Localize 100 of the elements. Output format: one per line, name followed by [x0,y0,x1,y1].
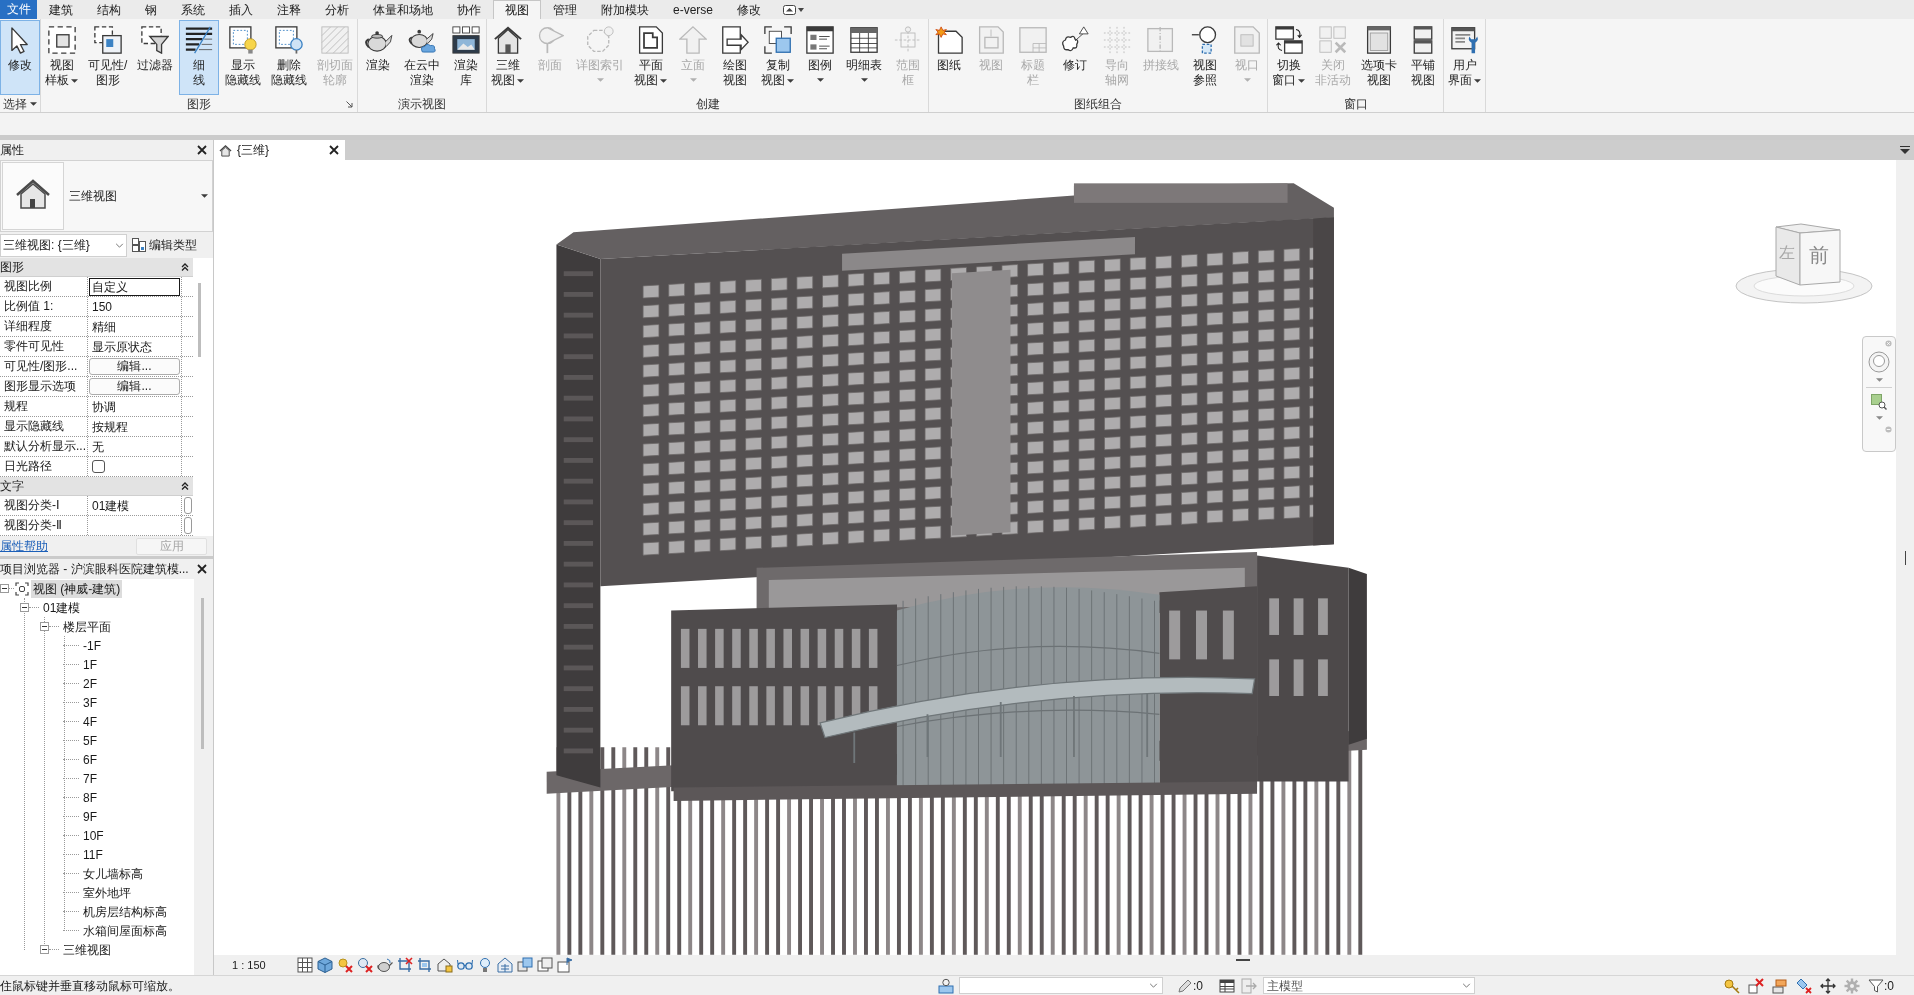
expand-toggle-icon[interactable] [40,945,49,954]
ribbon-button[interactable]: 过滤器 [133,20,178,95]
help-link[interactable]: 属性帮助 [0,537,48,555]
view-tab[interactable]: {三维} [214,140,345,160]
close-icon[interactable] [197,564,207,574]
property-value[interactable]: 精细 [89,317,180,336]
ribbon-tab[interactable]: 修改 [725,0,773,19]
crop-cross-icon[interactable] [397,957,413,973]
tree-item[interactable]: 11F [81,845,105,864]
property-value[interactable]: 自定义 [89,277,180,296]
tree-item[interactable]: -1F [81,636,103,655]
ribbon-button[interactable]: 修改 [0,20,40,95]
ribbon-tab[interactable]: 插入 [217,0,265,19]
tree-item[interactable]: 8F [81,788,99,807]
tree-item[interactable]: 机房层结构标高 [81,902,169,921]
scale-label[interactable]: 1 : 150 [232,956,297,974]
launcher-arrow-icon[interactable] [346,101,354,108]
ribbon-button[interactable]: 图例 [800,20,841,95]
tree-item[interactable]: 4F [81,712,99,731]
ribbon-button[interactable]: 用户 界面 [1444,20,1486,95]
tree-item[interactable]: 3F [81,693,99,712]
grid-square-icon[interactable] [297,957,313,973]
ribbon-button[interactable]: 平铺 视图 [1403,20,1444,95]
ribbon-tab[interactable]: 视图 [493,0,541,19]
stacked-rectangles-icon[interactable] [1772,977,1788,994]
property-value[interactable]: 按规程 [89,417,180,436]
ribbon-button[interactable]: 平面 视图 [630,20,672,95]
ribbon-button[interactable]: 复制 视图 [757,20,799,95]
ribbon-button[interactable]: 修订 [1055,20,1096,95]
workset-field[interactable] [959,977,1163,994]
property-value[interactable]: 01建模 [89,496,180,515]
glasses-icon[interactable] [457,957,473,973]
ribbon-button[interactable]: 视图 参照 [1185,20,1226,95]
ribbon-tab[interactable]: 建筑 [37,0,85,19]
ribbon-tab[interactable]: 结构 [85,0,133,19]
property-value[interactable]: 显示原状态 [89,337,180,356]
property-value[interactable]: 协调 [89,397,180,416]
square-cross-icon[interactable] [1748,977,1764,994]
ribbon-button[interactable]: 选项卡 视图 [1357,20,1402,95]
edit-type-button[interactable]: 编辑类型 [132,234,197,256]
edit-button[interactable]: 编辑... [89,358,180,375]
scrollbar-grip[interactable] [1236,959,1250,961]
key-icon[interactable] [1724,977,1740,994]
ribbon-button[interactable]: 三维 视图 [487,20,529,95]
file-tab[interactable]: 文件 [0,0,37,19]
tree-item[interactable]: 室外地坪 [81,883,133,902]
ribbon-tab[interactable]: 注释 [265,0,313,19]
ribbon-tab[interactable]: 系统 [169,0,217,19]
ribbon-button[interactable]: 细 线 [179,20,220,95]
ribbon-button[interactable]: 切换 窗口 [1268,20,1310,95]
scrollbar-thumb[interactable] [201,598,205,749]
ribbon-tab[interactable]: 分析 [313,0,361,19]
flag-frame-icon[interactable] [557,957,573,973]
tree-item[interactable]: 10F [81,826,106,845]
magnifier-cross-icon[interactable] [357,957,373,973]
tree-item[interactable]: 三维视图 [61,940,113,959]
close-icon[interactable] [197,145,207,155]
house-grid-icon[interactable] [497,957,513,973]
ribbon-button[interactable]: 渲染 [358,20,399,95]
type-selector[interactable]: 三维视图 [0,160,213,232]
expand-toggle-icon[interactable] [40,622,49,631]
tree-item[interactable]: 视图 (神威-建筑) [31,579,123,598]
ribbon-button[interactable]: 渲染 库 [446,20,487,95]
ribbon-button[interactable]: 显示 隐藏线 [221,20,266,95]
pencil-icon[interactable] [1177,977,1193,994]
ribbon-tab[interactable]: 钢 [133,0,169,19]
edit-button[interactable]: 编辑... [89,378,180,395]
tree-item[interactable]: 1F [81,655,99,674]
wheel-icon[interactable] [1868,351,1890,373]
tree-item[interactable]: 9F [81,807,99,826]
cube-icon[interactable] [317,957,333,973]
tree-item[interactable]: 女儿墙标高 [81,864,145,883]
teapot-icon[interactable] [377,957,393,973]
house-lock-icon[interactable] [437,957,453,973]
ribbon-button[interactable]: 绘图 视图 [715,20,756,95]
layered-frames-icon[interactable] [537,957,553,973]
lightbulb-icon[interactable] [477,957,493,973]
close-icon[interactable] [329,145,339,155]
table-icon[interactable] [1219,977,1235,994]
scrollbar-thumb[interactable] [198,283,201,357]
property-value[interactable]: 无 [89,437,180,456]
picker-button[interactable] [183,497,192,514]
tree-item[interactable]: 楼层平面 [61,617,113,636]
tree-item[interactable]: 2F [81,674,99,693]
person-icon[interactable] [938,977,954,994]
tree-item[interactable]: 6F [81,750,99,769]
tag-cross-icon[interactable] [1796,977,1812,994]
group-header[interactable]: 文字 [0,477,193,496]
tree-item[interactable]: 水箱间屋面标高 [81,921,169,940]
ribbon-tab[interactable]: 管理 [541,0,589,19]
tree-item[interactable]: 7F [81,769,99,788]
ribbon-tab[interactable]: 附加模块 [589,0,661,19]
funnel-icon[interactable] [1868,977,1884,994]
view-type-dropdown[interactable]: 三维视图: {三维} [0,233,127,257]
ribbon-button[interactable]: 删除 隐藏线 [267,20,312,95]
tab-list-icon[interactable] [1900,146,1910,154]
expand-toggle-icon[interactable] [20,603,29,612]
group-header[interactable]: 图形 [0,258,193,277]
ribbon-tab[interactable]: e-verse [661,0,725,19]
move-arrows-icon[interactable] [1820,977,1836,994]
